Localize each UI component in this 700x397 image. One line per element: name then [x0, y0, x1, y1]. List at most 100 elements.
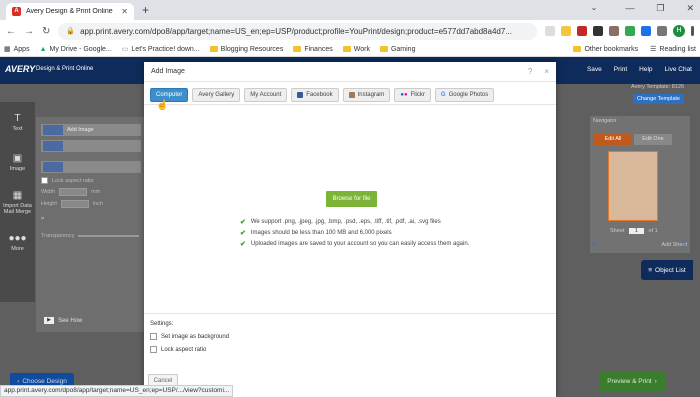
other-bookmarks[interactable]: Other bookmarks	[573, 45, 638, 53]
close-window-icon[interactable]: ✕	[686, 3, 694, 14]
info-row: ✔ We support .png, .jpeg, .jpg, .bmp, .ps…	[240, 218, 441, 226]
help-button[interactable]: Help	[639, 66, 652, 73]
reload-icon[interactable]: ↻	[42, 26, 50, 37]
edit-all-tab[interactable]: Edit All	[594, 134, 632, 145]
live-chat-button[interactable]: Live Chat	[665, 66, 692, 73]
tab-facebook[interactable]: Facebook	[291, 88, 339, 102]
lock-aspect-modal-checkbox[interactable]	[150, 346, 157, 353]
checkmark-icon: ✔	[240, 218, 246, 226]
reading-list[interactable]: ☰ Reading list	[650, 45, 696, 54]
bookmark-blogging[interactable]: Blogging Resources	[209, 46, 283, 53]
extensions: H	[545, 25, 694, 37]
sheet-thumbnail[interactable]	[608, 151, 658, 221]
tab-flickr[interactable]: ●● Flickr	[394, 88, 431, 102]
close-icon[interactable]: ×	[544, 67, 549, 76]
tab-my-account[interactable]: My Account	[244, 88, 288, 102]
bookmark-lets-practice[interactable]: ▭ Let's Practice! down...	[122, 45, 200, 54]
star-icon[interactable]	[561, 26, 571, 36]
tab-instagram[interactable]: Instagram	[342, 88, 391, 102]
forward-icon[interactable]: →	[24, 26, 34, 37]
folder-icon	[342, 46, 351, 52]
pocket-extension-icon[interactable]	[609, 26, 619, 36]
text-icon: T	[14, 112, 21, 124]
back-icon[interactable]: ←	[6, 26, 16, 37]
width-input[interactable]	[59, 188, 88, 196]
crop-row[interactable]: ⌗	[41, 216, 139, 223]
lock-aspect-row[interactable]: Lock aspect ratio	[41, 177, 139, 184]
folder-icon	[573, 46, 582, 52]
browser-tab[interactable]: A Avery Design & Print Online ✕	[6, 3, 134, 20]
plus-extension-icon[interactable]	[625, 26, 635, 36]
tabs-divider	[144, 104, 556, 105]
transparency-slider[interactable]	[78, 235, 139, 237]
width-row: Width mm	[41, 188, 101, 196]
grammarly-extension-icon[interactable]	[641, 26, 651, 36]
next-sheet-icon[interactable]: ›	[682, 239, 685, 250]
bookmark-my-drive[interactable]: ▲ My Drive - Google...	[40, 46, 112, 53]
avery-favicon-icon: A	[12, 7, 21, 16]
modal-title: Add Image	[151, 68, 185, 75]
drive-icon: ▲	[39, 45, 47, 53]
checkmark-icon: ✔	[240, 240, 246, 248]
settings-label: Settings:	[150, 321, 174, 327]
hand-cursor-icon: ☝	[156, 100, 169, 111]
save-button[interactable]: Save	[587, 66, 602, 73]
tab-title: Avery Design & Print Online	[26, 8, 113, 15]
set-background-option[interactable]: Set image as background	[150, 333, 550, 340]
add-image-row[interactable]: Add Image	[41, 124, 141, 136]
bookmark-apps[interactable]: ▦ Apps	[4, 45, 30, 54]
url-bar[interactable]: 🔒 app.print.avery.com/dpo8/app/target;na…	[58, 22, 537, 40]
template-label: Avery Template: 8126	[631, 84, 684, 90]
sheet-select[interactable]: 1	[628, 228, 644, 234]
opera-extension-icon[interactable]	[577, 26, 587, 36]
status-bar-url: app.print.avery.com/dpo8/app/target;name…	[0, 385, 234, 397]
browse-for-file-button[interactable]: Browse for file	[326, 191, 377, 207]
close-tab-icon[interactable]: ✕	[121, 7, 128, 16]
restore-icon[interactable]: ❐	[656, 3, 664, 14]
tab-google-photos[interactable]: G Google Photos	[434, 88, 495, 102]
transparency-row: Transparency	[41, 233, 139, 239]
replace-image-row[interactable]	[41, 140, 141, 152]
tab-search-icon[interactable]: ⌄	[591, 3, 598, 14]
rail-more[interactable]: ●●● More	[0, 222, 35, 262]
avery-logo[interactable]: AVERY	[5, 64, 35, 74]
dropper-extension-icon[interactable]	[593, 26, 603, 36]
menu-kebab-icon[interactable]	[691, 26, 694, 36]
prev-sheet-icon[interactable]: ‹	[592, 239, 595, 250]
rail-text[interactable]: T Text	[0, 102, 35, 142]
minimize-icon[interactable]: —	[625, 3, 634, 14]
print-button[interactable]: Print	[614, 66, 627, 73]
share-icon[interactable]	[545, 26, 555, 36]
lock-aspect-option[interactable]: Lock aspect ratio	[150, 346, 550, 353]
object-list-button[interactable]: ≡ Object List	[641, 260, 693, 280]
apps-grid-icon: ▦	[4, 46, 11, 53]
address-toolbar: ← → ↻ 🔒 app.print.avery.com/dpo8/app/tar…	[0, 20, 700, 42]
height-row: Height inch	[41, 200, 103, 208]
lock-icon[interactable]: 🔒	[66, 27, 75, 35]
see-how-link[interactable]: ▶ See How	[44, 317, 82, 324]
puzzle-extensions-icon[interactable]	[657, 26, 667, 36]
change-template-button[interactable]: Change Template	[632, 94, 684, 104]
folder-icon	[209, 46, 218, 52]
bookmark-finances[interactable]: Finances	[293, 46, 333, 53]
rail-image[interactable]: ▣ Image	[0, 142, 35, 182]
table-icon: ▦	[12, 189, 23, 201]
height-input[interactable]	[60, 200, 89, 208]
swap-icon	[43, 141, 63, 151]
profile-avatar[interactable]: H	[673, 25, 685, 37]
instagram-icon	[348, 92, 355, 98]
tab-avery-gallery[interactable]: Avery Gallery	[192, 88, 241, 102]
set-background-checkbox[interactable]	[150, 333, 157, 340]
crop-image-row[interactable]	[41, 161, 141, 173]
edit-one-tab[interactable]: Edit One	[634, 134, 672, 145]
avery-logo-sub: Design & Print Online	[36, 66, 94, 72]
lock-aspect-checkbox[interactable]	[41, 177, 48, 184]
bookmarks-bar: ▦ Apps ▲ My Drive - Google... ▭ Let's Pract…	[0, 42, 700, 57]
rail-import-data[interactable]: ▦ Import Data Mail Merge	[0, 182, 35, 222]
bookmark-gaming[interactable]: Gaming	[379, 46, 415, 53]
help-icon[interactable]: ?	[528, 67, 532, 76]
new-tab-icon[interactable]: +	[142, 3, 149, 17]
flickr-icon: ●●	[400, 92, 408, 98]
preview-print-button[interactable]: Preview & Print ›	[599, 371, 665, 391]
bookmark-work[interactable]: Work	[342, 46, 370, 53]
